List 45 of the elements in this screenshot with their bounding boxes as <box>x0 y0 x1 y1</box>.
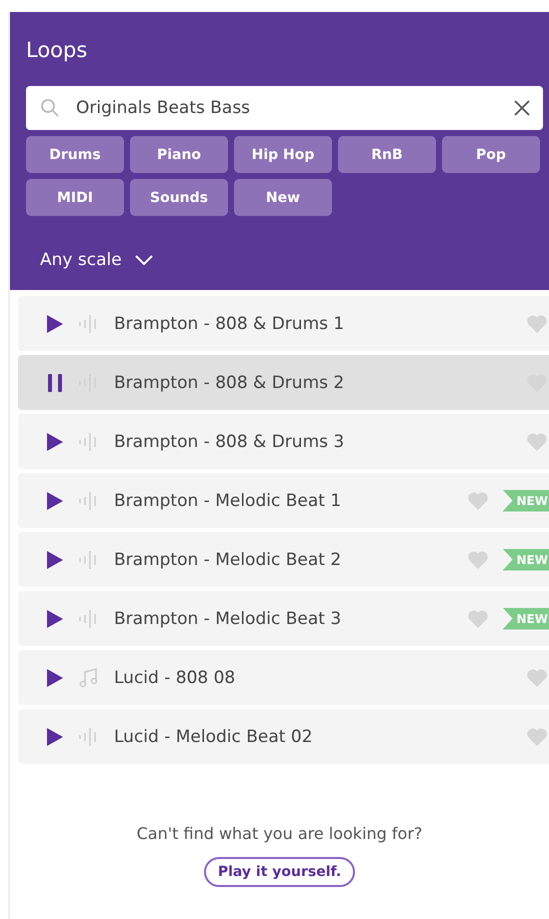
play-icon[interactable] <box>46 432 64 452</box>
search-icon <box>40 98 60 118</box>
filter-chip[interactable]: Drums <box>26 136 124 173</box>
search-field[interactable]: Originals Beats Bass <box>74 97 513 119</box>
loop-row[interactable]: Brampton - 808 & Drums 3 <box>18 414 549 469</box>
scale-dropdown[interactable]: Any scale <box>40 250 154 270</box>
loop-name: Brampton - Melodic Beat 2 <box>114 550 342 570</box>
play-icon[interactable] <box>46 490 64 510</box>
loop-name: Brampton - Melodic Beat 1 <box>114 490 342 510</box>
chevron-down-icon <box>134 254 154 266</box>
play-icon[interactable] <box>46 726 64 746</box>
loop-name: Lucid - Melodic Beat 02 <box>114 726 314 746</box>
play-it-yourself-button[interactable]: Play it yourself. <box>204 857 356 887</box>
new-badge: NEW <box>502 608 549 630</box>
loop-row[interactable]: Lucid - 808 08 <box>18 650 549 705</box>
play-icon[interactable] <box>46 608 64 628</box>
loop-row[interactable]: Brampton - Melodic Beat 3 NEW <box>18 591 549 646</box>
search-bar[interactable]: Originals Beats Bass <box>26 86 543 130</box>
music-note-icon <box>78 666 100 688</box>
loop-name: Brampton - Melodic Beat 3 <box>114 608 342 628</box>
new-badge: NEW <box>502 490 549 512</box>
help-text: Can't find what you are looking for? <box>136 824 422 843</box>
loop-row[interactable]: Brampton - 808 & Drums 2 <box>18 355 549 410</box>
filter-chip[interactable]: Pop <box>442 136 540 173</box>
loop-row[interactable]: Brampton - Melodic Beat 1 NEW <box>18 473 549 528</box>
loop-name: Brampton - 808 & Drums 1 <box>114 314 346 334</box>
filter-chip[interactable]: New <box>234 179 332 216</box>
loop-row[interactable]: Brampton - Melodic Beat 2 NEW <box>18 532 549 587</box>
play-icon[interactable] <box>46 314 64 334</box>
play-icon[interactable] <box>46 550 64 570</box>
filter-chip[interactable]: Sounds <box>130 179 228 216</box>
filter-chip[interactable]: Hip Hop <box>234 136 332 173</box>
loop-name: Brampton - 808 & Drums 3 <box>114 432 346 452</box>
filter-chip[interactable]: Piano <box>130 136 228 173</box>
loop-row[interactable]: Brampton - 808 & Drums 1 <box>18 296 549 351</box>
new-badge: NEW <box>502 548 549 570</box>
loop-name: Lucid - 808 08 <box>114 668 236 688</box>
filter-chip[interactable]: RnB <box>338 136 436 173</box>
panel-title: Loops <box>26 38 88 64</box>
close-icon[interactable] <box>513 99 531 117</box>
loop-name: Brampton - 808 & Drums 2 <box>114 372 346 392</box>
loop-row[interactable]: Lucid - Melodic Beat 02 <box>18 709 549 764</box>
play-icon[interactable] <box>46 668 64 688</box>
pause-icon[interactable] <box>46 372 64 392</box>
filter-chip[interactable]: MIDI <box>26 179 124 216</box>
